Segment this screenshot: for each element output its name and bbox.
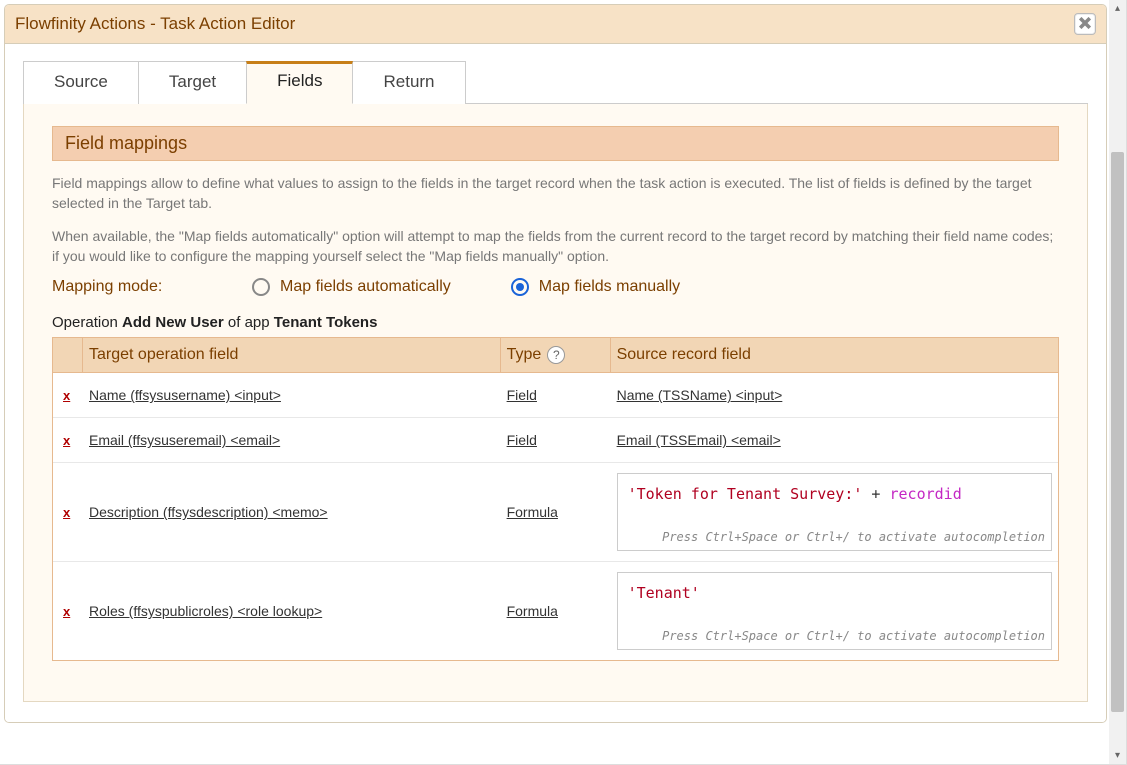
tab-fields[interactable]: Fields xyxy=(246,61,353,104)
operation-prefix: Operation xyxy=(52,314,122,331)
formula-editor[interactable]: 'Tenant' Press Ctrl+Space or Ctrl+/ to ac… xyxy=(617,572,1052,650)
col-type-label: Type xyxy=(507,346,542,364)
radio-label: Map fields manually xyxy=(539,278,680,296)
type-link[interactable]: Field xyxy=(507,432,537,448)
tab-return[interactable]: Return xyxy=(352,61,465,104)
target-field-link[interactable]: Email (ffsysuseremail) <email> xyxy=(89,432,280,448)
scroll-up-arrow-icon[interactable]: ▴ xyxy=(1109,0,1126,17)
section-desc-1: Field mappings allow to define what valu… xyxy=(52,173,1059,214)
formula-token: recordid xyxy=(890,485,962,503)
radio-label: Map fields automatically xyxy=(280,278,451,296)
type-link[interactable]: Field xyxy=(507,387,537,403)
operation-of-app: of app xyxy=(224,314,274,331)
fields-panel: Field mappings Field mappings allow to d… xyxy=(23,104,1088,702)
task-action-editor-window: Flowfinity Actions - Task Action Editor … xyxy=(4,4,1107,723)
operation-name: Add New User xyxy=(122,314,224,331)
col-source-label: Source record field xyxy=(617,346,751,364)
titlebar: Flowfinity Actions - Task Action Editor xyxy=(5,5,1106,44)
target-field-link[interactable]: Description (ffsysdescription) <memo> xyxy=(89,504,328,520)
mapping-row: x Email (ffsysuseremail) <email> Field Emai… xyxy=(53,418,1058,463)
mapping-mode-manual[interactable]: Map fields manually xyxy=(511,278,680,296)
grid-header: Target operation field Type ? Source rec… xyxy=(53,338,1058,373)
mapping-row: x Description (ffsysdescription) <memo> Fo… xyxy=(53,463,1058,562)
mapping-mode-label: Mapping mode: xyxy=(52,278,192,296)
delete-row-button[interactable]: x xyxy=(59,505,70,520)
formula-editor[interactable]: 'Token for Tenant Survey:' + recordid Pre… xyxy=(617,473,1052,551)
operation-app: Tenant Tokens xyxy=(274,314,378,331)
type-help-icon[interactable]: ? xyxy=(547,346,565,364)
mapping-grid: Target operation field Type ? Source rec… xyxy=(52,337,1059,661)
type-link[interactable]: Formula xyxy=(507,603,558,619)
formula-token: 'Tenant' xyxy=(628,584,700,602)
formula-hint: Press Ctrl+Space or Ctrl+/ to activate a… xyxy=(662,529,1045,546)
window-content: SourceTargetFieldsReturn Field mappings … xyxy=(5,44,1106,722)
vertical-scrollbar[interactable]: ▴ ▾ xyxy=(1109,0,1126,764)
scroll-thumb[interactable] xyxy=(1111,152,1124,712)
delete-row-button[interactable]: x xyxy=(59,388,70,403)
formula-hint: Press Ctrl+Space or Ctrl+/ to activate a… xyxy=(662,628,1045,645)
tabs: SourceTargetFieldsReturn xyxy=(23,60,1088,104)
target-field-link[interactable]: Name (ffsysusername) <input> xyxy=(89,387,281,403)
radio-icon xyxy=(252,278,270,296)
section-desc-2: When available, the "Map fields automati… xyxy=(52,226,1059,267)
source-field-link[interactable]: Name (TSSName) <input> xyxy=(617,387,783,403)
mapping-mode-auto[interactable]: Map fields automatically xyxy=(252,278,451,296)
mapping-row: x Roles (ffsyspublicroles) <role lookup> F… xyxy=(53,562,1058,660)
formula-token: + xyxy=(862,485,889,503)
scroll-down-arrow-icon[interactable]: ▾ xyxy=(1109,747,1126,764)
tab-source[interactable]: Source xyxy=(23,61,139,104)
type-link[interactable]: Formula xyxy=(507,504,558,520)
operation-line: Operation Add New User of app Tenant Tok… xyxy=(52,314,1059,331)
target-field-link[interactable]: Roles (ffsyspublicroles) <role lookup> xyxy=(89,603,322,619)
tab-target[interactable]: Target xyxy=(138,61,247,104)
source-field-link[interactable]: Email (TSSEmail) <email> xyxy=(617,432,781,448)
delete-row-button[interactable]: x xyxy=(59,604,70,619)
delete-row-button[interactable]: x xyxy=(59,433,70,448)
section-heading: Field mappings xyxy=(52,126,1059,161)
mapping-row: x Name (ffsysusername) <input> Field Name (… xyxy=(53,373,1058,418)
close-icon xyxy=(1079,14,1091,34)
formula-token: 'Token for Tenant Survey:' xyxy=(628,485,863,503)
radio-icon xyxy=(511,278,529,296)
close-button[interactable] xyxy=(1074,13,1096,35)
col-target-label: Target operation field xyxy=(89,346,238,364)
window-title: Flowfinity Actions - Task Action Editor xyxy=(15,14,1074,34)
mapping-mode-row: Mapping mode: Map fields automatically Ma… xyxy=(52,278,1059,296)
